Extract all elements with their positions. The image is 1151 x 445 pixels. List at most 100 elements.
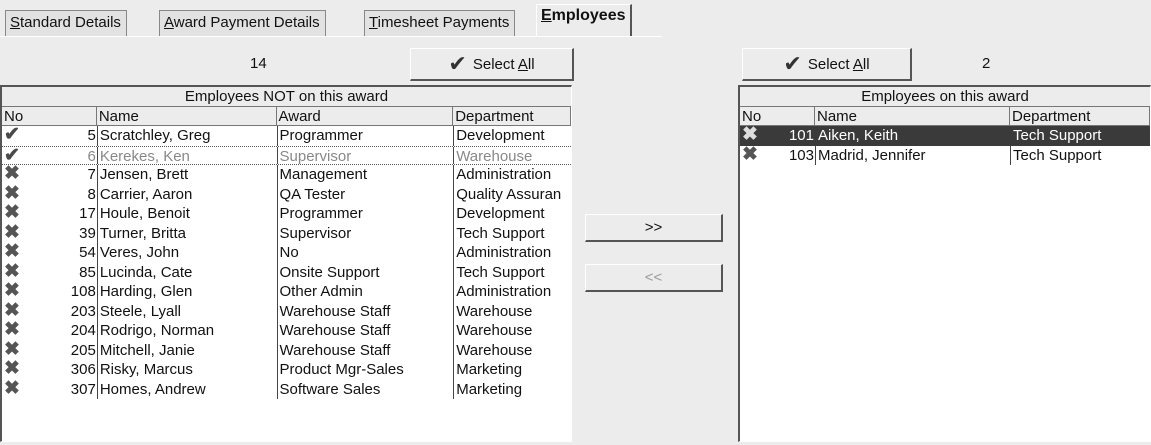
cell-name: Harding, Glen [96, 282, 277, 302]
select-all-available-button[interactable]: ✔ Select All [410, 48, 574, 81]
cell-no: ✖ 306 [2, 360, 97, 380]
employee-number: 204 [70, 322, 96, 339]
cell-department: Tech Support [1010, 126, 1150, 146]
table-row[interactable]: ✖ 101 Aiken, Keith Tech Support [740, 126, 1150, 146]
cell-award: Product Mgr-Sales [276, 360, 454, 380]
employee-number: 5 [87, 127, 96, 144]
cell-name: Homes, Andrew [96, 379, 277, 399]
employee-number: 54 [79, 244, 96, 261]
cell-name: Turner, Britta [96, 223, 277, 243]
table-row[interactable]: ✖ 39 Turner, Britta Supervisor Tech Support [2, 223, 571, 244]
table-row[interactable]: ✖ 203 Steele, Lyall Warehouse Staff Warehous… [2, 301, 571, 321]
table-row[interactable]: ✖ 205 Mitchell, Janie Warehouse Staff Wareho… [2, 340, 571, 360]
check-mark-icon: ✔ [4, 146, 20, 165]
tab-timesheet-payments[interactable]: Timesheet Payments [364, 10, 516, 36]
table-row[interactable]: ✔ 6 Kerekes, Ken Supervisor Warehouse [2, 145, 571, 165]
cross-mark-icon: ✖ [4, 204, 20, 223]
table-row[interactable]: ✖ 7 Jensen, Brett Management Administration [2, 165, 571, 185]
cell-award: QA Tester [276, 184, 454, 204]
table-row[interactable]: ✖ 307 Homes, Andrew Software Sales Marketing [2, 379, 571, 399]
cell-award: Management [276, 165, 454, 185]
employee-number: 108 [70, 283, 96, 300]
employee-number: 7 [87, 166, 96, 183]
checkmark-icon: ✔ [448, 51, 467, 76]
table-row[interactable]: ✔ 5 Scratchley, Greg Programmer Development [2, 126, 571, 146]
employee-number: 8 [87, 185, 96, 203]
col-header-department[interactable]: Department [453, 107, 571, 125]
cell-name: Jensen, Brett [96, 165, 277, 185]
assigned-count: 2 [982, 55, 991, 72]
col-header-no[interactable]: No [2, 107, 97, 125]
tab-award-payment-details[interactable]: Award Payment Details [159, 10, 326, 36]
cell-award: Warehouse Staff [276, 340, 454, 360]
select-all-assigned-button[interactable]: ✔ Select All [742, 48, 912, 81]
cell-award: Supervisor [276, 223, 454, 243]
table-row[interactable]: ✖ 306 Risky, Marcus Product Mgr-Sales Market… [2, 360, 571, 380]
col-header-award[interactable]: Award [277, 107, 454, 125]
cell-department: Warehouse [453, 340, 571, 360]
cross-mark-icon: ✖ [4, 379, 20, 399]
check-mark-icon: ✔ [4, 126, 20, 145]
cell-no: ✖ 8 [2, 185, 97, 205]
employee-number: 306 [70, 361, 96, 378]
col-header-no[interactable]: No [740, 107, 815, 125]
cell-department: Quality Assuran [453, 184, 571, 204]
cell-no: ✖ 7 [2, 165, 97, 185]
table-row[interactable]: ✖ 54 Veres, John No Administration [2, 243, 571, 263]
cell-no: ✖ 108 [2, 282, 97, 302]
col-header-name[interactable]: Name [815, 107, 1010, 125]
table-row[interactable]: ✖ 103 Madrid, Jennifer Tech Support [740, 145, 1150, 166]
cell-department: Marketing [453, 360, 571, 380]
cell-award: Programmer [276, 126, 454, 146]
employee-number: 103 [788, 146, 814, 164]
cell-department: Administration [453, 282, 571, 302]
col-header-department[interactable]: Department [1010, 107, 1150, 125]
employee-number: 85 [79, 263, 96, 281]
cell-department: Tech Support [453, 262, 571, 282]
cross-mark-icon: ✖ [742, 145, 758, 165]
table-row[interactable]: ✖ 85 Lucinda, Cate Onsite Support Tech Suppo… [2, 262, 571, 282]
cross-mark-icon: ✖ [4, 223, 20, 243]
cell-no: ✔ 5 [2, 126, 97, 146]
table-row[interactable]: ✖ 108 Harding, Glen Other Admin Administrati… [2, 282, 571, 302]
cross-mark-icon: ✖ [4, 184, 20, 204]
cell-award: Software Sales [276, 379, 454, 399]
cell-department: Administration [453, 243, 571, 263]
cell-department: Warehouse [453, 301, 571, 321]
table-row[interactable]: ✖ 8 Carrier, Aaron QA Tester Quality Assuran [2, 184, 571, 205]
cell-no: ✖ 39 [2, 224, 97, 244]
remove-from-award-button[interactable]: << [585, 264, 723, 292]
assigned-list-header: No Name Department [740, 107, 1150, 126]
cell-name: Mitchell, Janie [96, 340, 277, 360]
cell-no: ✖ 17 [2, 204, 97, 224]
cross-mark-icon: ✖ [4, 340, 20, 360]
assigned-employees-list[interactable]: Employees on this award No Name Departme… [738, 85, 1151, 442]
tab-employees[interactable]: Employees [536, 4, 633, 37]
available-employees-list[interactable]: Employees NOT on this award No Name Awar… [0, 85, 572, 442]
cell-name: Scratchley, Greg [96, 126, 277, 146]
cell-name: Aiken, Keith [815, 126, 1010, 146]
cell-name: Rodrigo, Norman [96, 321, 277, 341]
cell-department: Warehouse [453, 321, 571, 341]
cell-award: Other Admin [276, 282, 454, 302]
cell-name: Veres, John [96, 243, 277, 263]
employee-number: 307 [70, 380, 96, 398]
cell-name: Kerekes, Ken [96, 146, 277, 164]
table-row[interactable]: ✖ 17 Houle, Benoit Programmer Development [2, 204, 571, 224]
cell-award: Supervisor [276, 146, 454, 164]
col-header-name[interactable]: Name [97, 107, 277, 125]
cell-award: Programmer [276, 204, 454, 224]
cell-department: Development [453, 204, 571, 224]
cross-mark-icon: ✖ [4, 301, 20, 321]
cell-award: Warehouse Staff [276, 301, 454, 321]
tab-strip: Standard Details Award Payment Details T… [0, 0, 1151, 40]
cell-no: ✖ 103 [740, 146, 815, 166]
cell-department: Warehouse [453, 146, 571, 164]
table-row[interactable]: ✖ 204 Rodrigo, Norman Warehouse Staff Wareho… [2, 321, 571, 341]
cross-mark-icon: ✖ [4, 262, 20, 282]
cell-department: Tech Support [453, 223, 571, 243]
tab-standard-details[interactable]: Standard Details [5, 10, 127, 36]
employee-number: 101 [788, 127, 814, 144]
add-to-award-button[interactable]: >> [585, 214, 723, 242]
cell-name: Madrid, Jennifer [815, 145, 1010, 165]
